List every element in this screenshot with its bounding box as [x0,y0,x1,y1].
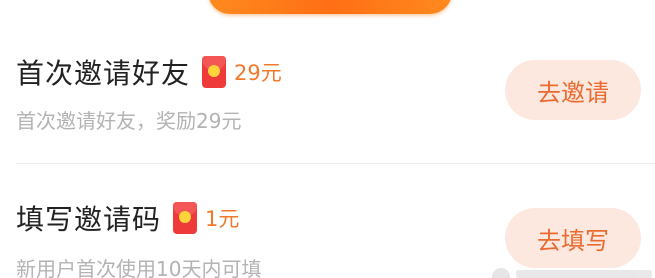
invite-button[interactable]: 去邀请 [505,60,641,120]
task-title-line: 填写邀请码 1元 [16,193,239,243]
red-packet-seal [179,211,192,223]
watermark [492,268,652,278]
row-divider [16,163,655,164]
task-reward: 1元 [205,207,240,231]
red-packet-icon [202,56,227,88]
invite-tasks-page: 首次邀请好友 29元 首次邀请好友，奖励29元 去邀请 填写邀请码 1元 新用户… [0,0,655,278]
task-subtitle: 新用户首次使用10天内可填 [16,257,262,278]
task-title-line: 首次邀请好友 29元 [16,47,282,97]
red-packet-seal [208,65,221,77]
task-reward: 29元 [234,61,282,85]
enter-code-button[interactable]: 去填写 [505,208,641,268]
task-title: 首次邀请好友 [16,57,191,90]
task-title: 填写邀请码 [16,203,162,236]
watermark-text-blur [516,270,652,278]
watermark-logo-icon [492,268,510,278]
red-packet-icon [173,202,198,234]
task-subtitle: 首次邀请好友，奖励29元 [16,109,242,133]
top-tab-header [208,0,452,14]
